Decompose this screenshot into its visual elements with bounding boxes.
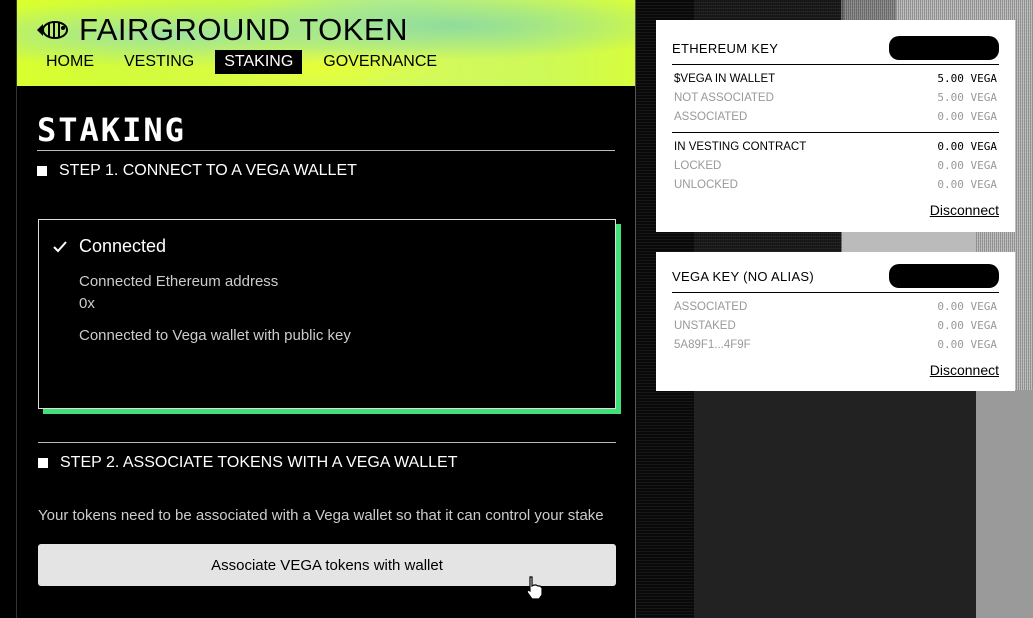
eth-address-label: Connected Ethereum address (79, 273, 279, 290)
nav-vesting[interactable]: VESTING (115, 50, 203, 74)
step2-label: STEP 2. ASSOCIATE TOKENS WITH A VEGA WAL… (60, 454, 458, 471)
connected-panel: Connected Connected Ethereum address 0x … (38, 219, 616, 409)
step1-label: STEP 1. CONNECT TO A VEGA WALLET (59, 162, 357, 179)
nav-home[interactable]: HOME (37, 50, 103, 74)
divider (38, 442, 616, 443)
locked-row: LOCKED 0.00 VEGA (674, 159, 997, 172)
associated-row: ASSOCIATED 0.00 VEGA (674, 110, 997, 123)
vega-unstaked-row: UNSTAKED 0.00 VEGA (674, 319, 997, 332)
square-bullet-icon (38, 458, 48, 468)
eth-address-value: 0x (79, 295, 95, 312)
eth-card-title: ETHEREUM KEY (672, 40, 779, 56)
nav-governance[interactable]: GOVERNANCE (314, 50, 446, 74)
redacted-key (889, 264, 999, 288)
redacted-address (889, 36, 999, 60)
square-bullet-icon (37, 166, 47, 176)
hand-cursor-icon (526, 576, 543, 600)
nav-staking[interactable]: STAKING (215, 50, 303, 74)
check-icon (53, 240, 67, 252)
ethereum-key-card: ETHEREUM KEY $VEGA IN WALLET 5.00 VEGA NO… (656, 20, 1015, 232)
vega-key-label: Connected to Vega wallet with public key (79, 327, 351, 344)
step2-heading: STEP 2. ASSOCIATE TOKENS WITH A VEGA WAL… (38, 453, 616, 473)
vega-associated-row: ASSOCIATED 0.00 VEGA (674, 300, 997, 313)
logo[interactable]: FAIRGROUND TOKEN (35, 12, 408, 48)
vega-disconnect-link[interactable]: Disconnect (672, 362, 999, 378)
vega-key-card: VEGA KEY (NO ALIAS) ASSOCIATED 0.00 VEGA … (656, 252, 1015, 391)
app-title: FAIRGROUND TOKEN (79, 12, 408, 47)
divider (37, 150, 615, 151)
vega-card-title: VEGA KEY (NO ALIAS) (672, 268, 815, 284)
eth-disconnect-link[interactable]: Disconnect (672, 202, 999, 218)
main-column: FAIRGROUND TOKEN HOME VESTING STAKING GO… (16, 0, 636, 618)
app-header: FAIRGROUND TOKEN HOME VESTING STAKING GO… (17, 0, 635, 86)
vega-in-wallet-row: $VEGA IN WALLET 5.00 VEGA (674, 72, 997, 85)
in-vesting-row: IN VESTING CONTRACT 0.00 VEGA (674, 140, 997, 153)
main-nav: HOME VESTING STAKING GOVERNANCE (37, 50, 458, 74)
step1-heading: STEP 1. CONNECT TO A VEGA WALLET (37, 161, 615, 181)
page-title: STAKING (37, 111, 186, 149)
vega-key-row: 5A89F1...4F9F 0.00 VEGA (674, 338, 997, 351)
unlocked-row: UNLOCKED 0.00 VEGA (674, 178, 997, 191)
not-associated-row: NOT ASSOCIATED 5.00 VEGA (674, 91, 997, 104)
connected-status: Connected (79, 236, 167, 256)
step2-description: Your tokens need to be associated with a… (38, 507, 604, 524)
fish-logo-icon (37, 21, 68, 39)
